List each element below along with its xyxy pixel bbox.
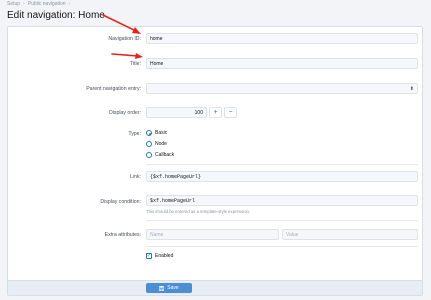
type-label: Type: [128,131,141,137]
extra-attribute-value-input[interactable]: Value [282,229,418,240]
display-condition-hint: This should be entered as a template-sty… [146,209,251,214]
extra-attribute-name-placeholder: Name [150,231,164,238]
extra-attributes-label: Extra attributes: [104,232,141,238]
display-order-input[interactable]: 100 [146,107,207,118]
form-footer: Save [8,280,422,295]
title-field[interactable]: Home [146,58,418,69]
display-order-value: 100 [194,109,203,116]
save-icon [159,285,165,291]
enabled-label: Enabled [155,253,174,259]
breadcrumb-item-public-navigation[interactable]: Public navigation [28,1,66,7]
type-option-callback[interactable]: Callback [146,152,174,158]
navigation-id-value: home [150,35,163,42]
navigation-id-field[interactable]: home [146,33,418,44]
type-option-label: Basic [155,130,168,136]
minus-icon: − [228,109,233,116]
type-option-label: Node [155,141,167,147]
type-option-node[interactable]: Node [146,141,167,147]
display-condition-field[interactable]: $xf.homePageUrl [146,195,418,206]
checkbox-checked-icon[interactable]: ✓ [146,253,152,259]
page-title: Edit navigation: Home [7,10,105,21]
save-button[interactable]: Save [146,283,192,293]
radio-icon[interactable] [146,152,152,158]
display-order-label: Display order: [108,110,141,116]
display-condition-label: Display condition: [100,199,141,205]
display-condition-value: $xf.homePageUrl [150,197,196,204]
form-panel: Navigation ID: home Title: Home Parent n… [7,26,423,296]
divider [146,220,418,221]
chevron-right-icon: › [68,1,71,7]
chevron-updown-icon: ⬍ [409,86,414,92]
link-field[interactable]: {$xf.homePageUrl} [146,171,418,182]
parent-navigation-label: Parent navigation entry: [86,86,141,92]
link-label: Link: [130,174,141,180]
link-value: {$xf.homePageUrl} [150,173,202,180]
parent-navigation-select[interactable]: ⬍ [146,83,418,94]
extra-attribute-name-input[interactable]: Name [146,229,279,240]
divider [146,246,418,247]
plus-icon: + [213,109,218,116]
breadcrumb: Setup › Public navigation › [7,1,70,7]
type-option-basic[interactable]: Basic [146,130,167,136]
divider [146,164,418,165]
radio-icon[interactable] [146,141,152,147]
radio-checked-icon[interactable] [146,130,152,136]
increment-button[interactable]: + [209,107,222,118]
navigation-id-label: Navigation ID: [108,36,141,42]
chevron-right-icon: › [23,1,25,7]
breadcrumb-item-setup[interactable]: Setup [7,1,20,7]
enabled-checkbox-row[interactable]: ✓ Enabled [146,253,173,259]
extra-attribute-value-placeholder: Value [286,231,299,238]
decrement-button[interactable]: − [224,107,237,118]
type-option-label: Callback [155,152,175,158]
title-value: Home [150,60,164,67]
title-label: Title: [129,61,141,67]
save-button-label: Save [167,285,179,291]
